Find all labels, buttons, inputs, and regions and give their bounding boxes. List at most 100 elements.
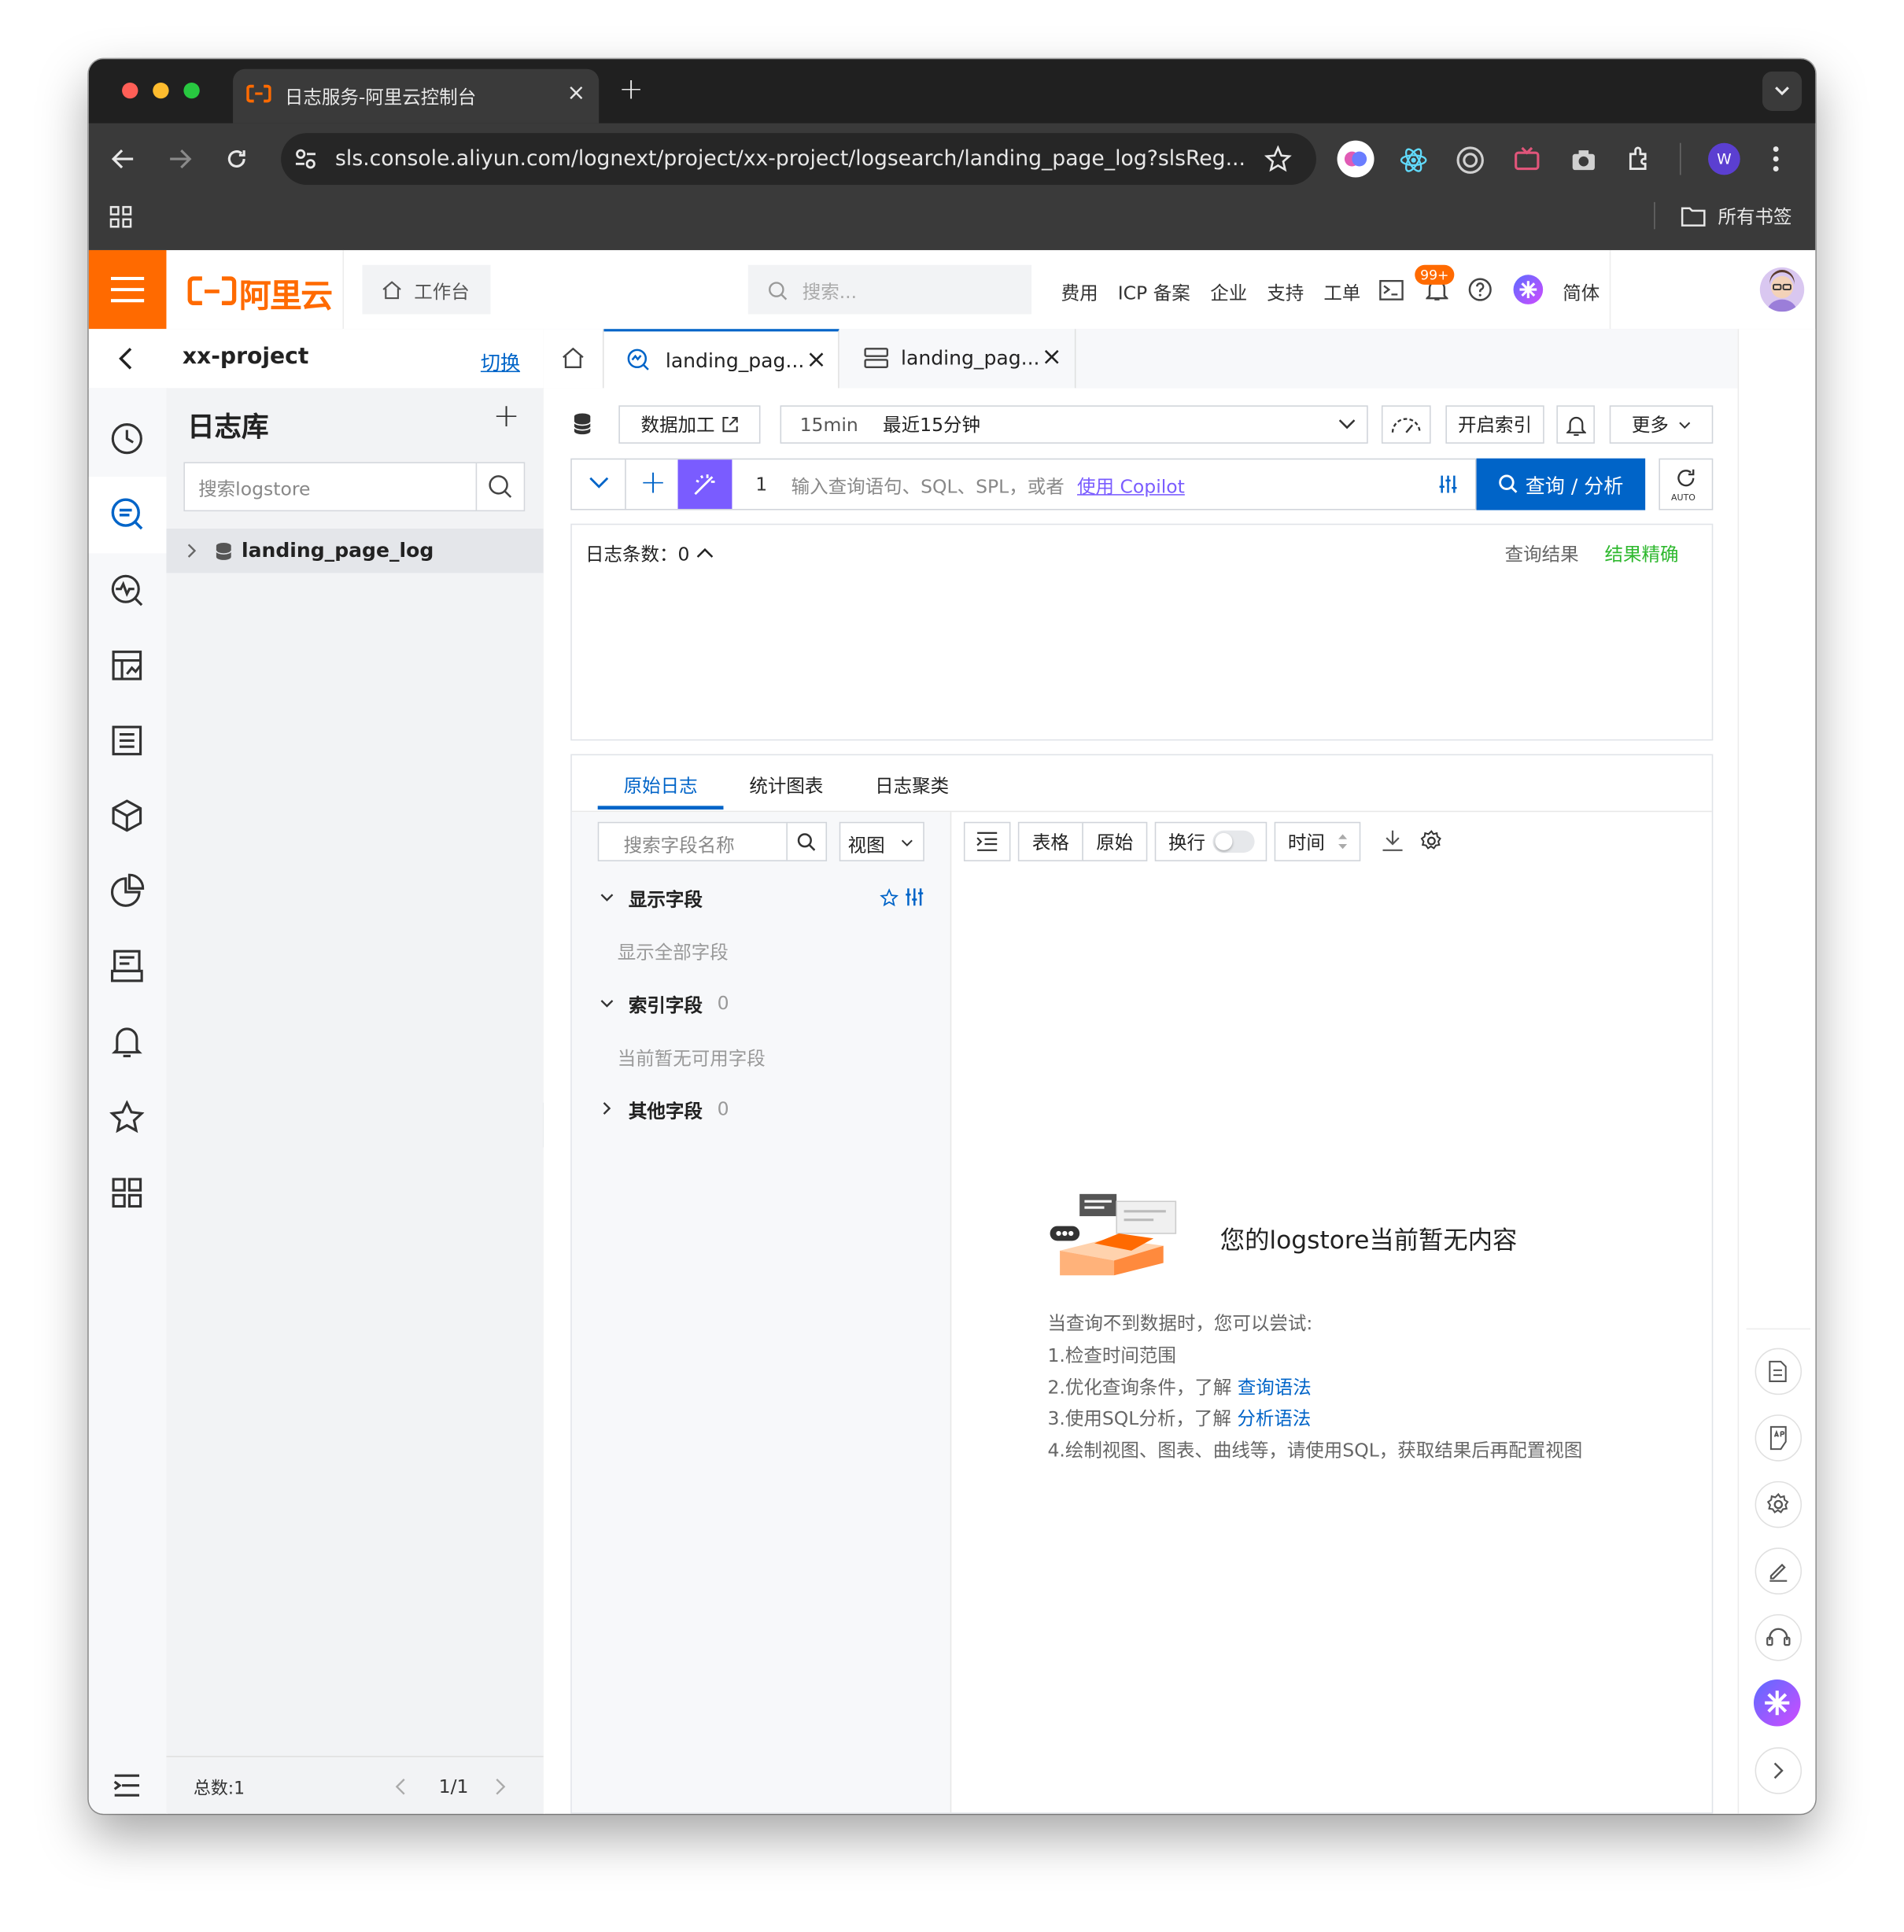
speed-button[interactable] (1381, 405, 1431, 444)
list-report-icon[interactable] (109, 723, 144, 758)
all-bookmarks-link[interactable]: 所有书签 (1718, 203, 1792, 229)
nav-icp[interactable]: ICP 备案 (1118, 280, 1190, 306)
copilot-button[interactable] (677, 459, 732, 509)
search-analyze-button[interactable]: 查询 / 分析 (1476, 458, 1646, 511)
star-icon[interactable] (880, 888, 898, 907)
outline-toggle-button[interactable] (963, 821, 1011, 861)
nav-cost[interactable]: 费用 (1061, 280, 1098, 306)
search-icon[interactable] (797, 833, 816, 851)
console-search-input[interactable]: 搜索... (747, 264, 1032, 315)
brain-extension-icon[interactable] (1337, 140, 1374, 178)
show-all-fields[interactable]: 显示全部字段 (618, 939, 729, 965)
browser-tab-active[interactable]: 日志服务-阿里云控制台 × (233, 68, 600, 124)
chevron-right-icon[interactable] (187, 544, 197, 559)
reload-icon[interactable] (224, 146, 249, 171)
main-menu-button[interactable] (88, 249, 167, 330)
prev-page-icon[interactable] (394, 1778, 405, 1795)
nav-support[interactable]: 支持 (1267, 280, 1304, 306)
table-view-button[interactable]: 表格 (1017, 821, 1083, 861)
tab-close-icon[interactable]: × (567, 80, 586, 106)
target-extension-icon[interactable] (1456, 146, 1485, 175)
expand-rail-button[interactable] (1755, 1747, 1803, 1794)
wrap-toggle[interactable]: 换行 (1154, 821, 1267, 861)
tab-logsearch[interactable]: landing_pag... × (603, 329, 839, 389)
tab-log-cluster[interactable]: 日志聚类 (875, 772, 949, 798)
workbench-button[interactable]: 工作台 (362, 264, 491, 315)
copilot-icon[interactable] (1513, 275, 1544, 304)
tab-close-icon[interactable]: × (806, 344, 826, 374)
nav-ticket[interactable]: 工单 (1323, 280, 1360, 306)
camera-extension-icon[interactable] (1569, 146, 1599, 175)
enable-index-button[interactable]: 开启索引 (1445, 405, 1544, 444)
copilot-float-button[interactable] (1753, 1679, 1801, 1727)
back-icon[interactable] (111, 148, 135, 170)
add-query-icon[interactable]: + (640, 465, 666, 502)
field-search-input[interactable]: 搜索字段名称 (597, 821, 828, 861)
package-box-icon[interactable] (109, 798, 144, 833)
inbox-report-icon[interactable] (109, 949, 144, 983)
raw-view-button[interactable]: 原始 (1082, 821, 1148, 861)
help-icon[interactable] (1468, 277, 1493, 301)
next-page-icon[interactable] (496, 1778, 507, 1795)
database-icon[interactable] (573, 413, 592, 435)
more-button[interactable]: 更多 (1609, 405, 1714, 444)
search-icon[interactable] (488, 474, 512, 499)
switch-project-link[interactable]: 切换 (481, 346, 520, 376)
user-avatar[interactable] (1759, 267, 1805, 312)
maximize-window-button[interactable] (183, 82, 200, 99)
favorite-star-icon[interactable] (109, 1100, 145, 1135)
tv-extension-icon[interactable] (1512, 146, 1542, 175)
doc-button[interactable] (1755, 1348, 1803, 1396)
forward-icon[interactable] (168, 148, 192, 170)
language-switch[interactable]: 简体 (1563, 280, 1600, 306)
tab-logstore[interactable]: landing_pag... × (839, 329, 1076, 389)
collapse-menu-icon[interactable] (113, 1773, 142, 1797)
aliyun-logo-icon[interactable] (187, 276, 237, 306)
customer-service-button[interactable] (1755, 1613, 1803, 1661)
tab-search-button[interactable] (1762, 71, 1803, 111)
back-chevron-icon[interactable] (118, 346, 133, 371)
clock-icon[interactable] (109, 422, 144, 456)
add-logstore-icon[interactable]: + (493, 398, 520, 435)
terminal-icon[interactable] (1379, 279, 1404, 301)
chevron-down-icon[interactable] (600, 894, 614, 902)
index-fields-header[interactable]: 索引字段 (629, 992, 703, 1018)
other-fields-header[interactable]: 其他字段 (629, 1098, 703, 1124)
query-settings-sliders-icon[interactable] (1438, 474, 1458, 494)
site-settings-icon[interactable] (293, 146, 318, 171)
pie-chart-icon[interactable] (109, 873, 145, 909)
tab-close-icon[interactable]: × (1042, 341, 1062, 371)
dashboard-icon[interactable] (109, 648, 144, 683)
alert-bell-icon[interactable] (109, 1024, 144, 1059)
rail-item-logsearch[interactable] (88, 477, 167, 554)
more-apps-icon[interactable] (109, 1175, 144, 1210)
alert-button[interactable] (1556, 405, 1595, 444)
bookmark-star-icon[interactable] (1264, 145, 1292, 172)
gear-icon[interactable] (1419, 829, 1443, 853)
time-range-select[interactable]: 15min 最近15分钟 (780, 405, 1368, 444)
analysis-syntax-link[interactable]: 分析语法 (1237, 1407, 1311, 1429)
view-select[interactable]: 视图 (839, 821, 924, 861)
kebab-menu-icon[interactable] (1772, 146, 1779, 172)
chevron-down-icon[interactable] (600, 999, 614, 1008)
tab-charts[interactable]: 统计图表 (749, 772, 823, 798)
react-devtools-icon[interactable] (1399, 146, 1429, 175)
extensions-puzzle-icon[interactable] (1625, 144, 1655, 174)
apps-grid-icon[interactable] (109, 205, 133, 229)
display-fields-header[interactable]: 显示字段 (629, 886, 703, 912)
settings-button[interactable] (1755, 1480, 1803, 1528)
monitor-search-icon[interactable] (109, 573, 144, 607)
logstore-tree-item[interactable]: landing_page_log (166, 528, 544, 573)
query-syntax-link[interactable]: 查询语法 (1238, 1377, 1312, 1399)
home-tab[interactable] (543, 329, 604, 389)
api-button[interactable] (1755, 1414, 1803, 1462)
time-sort-button[interactable]: 时间 (1274, 821, 1361, 861)
chevron-up-icon[interactable] (696, 548, 714, 559)
profile-avatar[interactable]: W (1708, 142, 1740, 175)
close-window-button[interactable] (122, 82, 138, 99)
wrap-switch[interactable] (1212, 830, 1255, 853)
tab-raw-logs[interactable]: 原始日志 (624, 772, 698, 798)
data-process-button[interactable]: 数据加工 (618, 405, 761, 444)
chevron-right-icon[interactable] (603, 1101, 611, 1115)
nav-enterprise[interactable]: 企业 (1210, 280, 1247, 306)
